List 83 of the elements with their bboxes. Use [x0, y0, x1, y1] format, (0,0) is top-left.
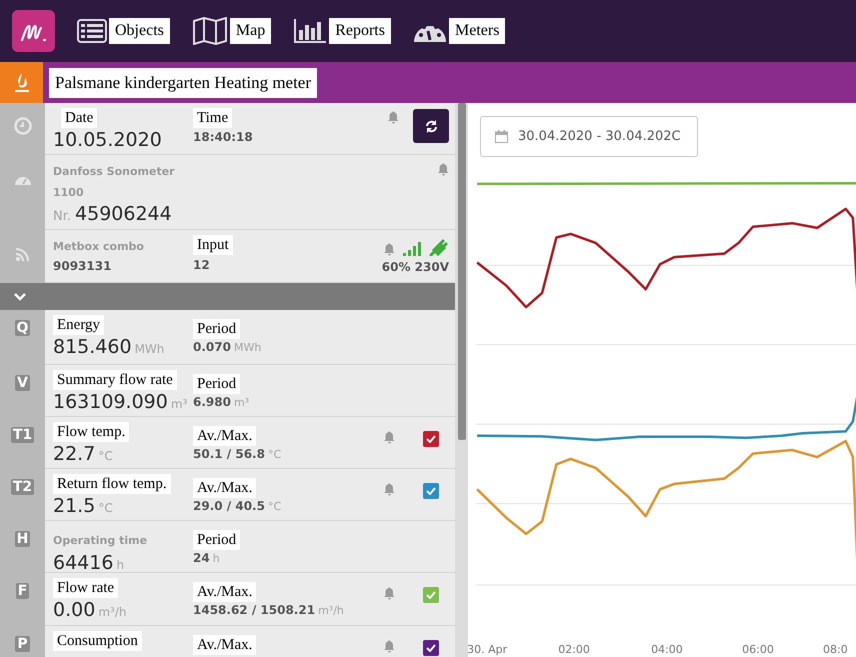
- rss-icon: [16, 248, 29, 261]
- field-label: Energy: [53, 315, 104, 335]
- chevron-down-icon: [14, 292, 26, 300]
- checkbox[interactable]: [423, 587, 439, 603]
- date-range-picker[interactable]: 30.04.2020 - 30.04.202C: [480, 116, 698, 157]
- field-label: Flow temp.: [53, 422, 130, 442]
- refresh-icon: [424, 120, 438, 132]
- row-symbol: T2: [10, 479, 34, 495]
- map-icon: [192, 17, 228, 45]
- flame-icon: [12, 72, 30, 94]
- axis-label: 02:00: [558, 643, 590, 656]
- scrollbar[interactable]: [458, 103, 466, 440]
- check-icon: [426, 435, 436, 443]
- field-label: Av./Max.: [193, 635, 256, 655]
- axis-label: 30. Apr: [468, 643, 508, 656]
- reading-value: 22.7°C: [53, 443, 114, 465]
- time-value: 18:40:18: [193, 130, 254, 144]
- check-icon: [426, 644, 436, 652]
- checkbox[interactable]: [423, 640, 439, 656]
- bell-icon[interactable]: [388, 111, 399, 124]
- field-label: Consumption: [53, 631, 142, 651]
- gauge-icon: [14, 175, 30, 185]
- aux-value: 1458.62 / 1508.21 m³/h: [193, 603, 345, 617]
- device-name: Danfoss Sonometer: [53, 165, 176, 178]
- checkbox[interactable]: [423, 483, 439, 499]
- calendar-icon: [495, 130, 508, 143]
- row-symbol: Q: [14, 320, 30, 336]
- field-label: Period: [193, 530, 240, 550]
- list-icon: [77, 19, 107, 43]
- field-label: Av./Max.: [193, 478, 256, 498]
- field-label: Time: [193, 108, 232, 128]
- field-label: Input: [193, 235, 233, 255]
- row-symbol: P: [15, 636, 30, 652]
- reading-value: 163109.090 m³: [53, 391, 188, 413]
- row-symbol: F: [16, 583, 30, 599]
- reading-value: 815.460 MWh: [53, 336, 166, 358]
- reading-value: 0.00 m³/h: [53, 599, 128, 621]
- checkbox[interactable]: [423, 431, 439, 447]
- bell-icon[interactable]: [438, 163, 449, 176]
- aux-value: 0.070 MWh: [193, 340, 262, 354]
- bar-chart-icon: [293, 18, 328, 44]
- check-icon: [426, 591, 436, 599]
- field-label: Flow rate: [53, 578, 118, 598]
- reading-value: 21.5°C: [53, 495, 114, 517]
- axis-label: 04:00: [651, 643, 683, 656]
- field-label: Av./Max.: [193, 426, 256, 446]
- date-value: 10.05.2020: [53, 129, 163, 151]
- check-icon: [426, 487, 436, 495]
- axis-label: 08:0: [823, 643, 848, 656]
- bell-icon[interactable]: [384, 243, 395, 256]
- bell-icon[interactable]: [384, 587, 395, 600]
- device-model: 1100: [53, 186, 85, 199]
- gateway-name: Metbox combo: [53, 240, 145, 253]
- row-symbol: T1: [10, 427, 34, 443]
- field-label: Operating time: [53, 534, 148, 547]
- aux-value: 6.980 m³: [193, 395, 250, 409]
- field-label: Return flow temp.: [53, 474, 171, 494]
- bell-icon[interactable]: [384, 640, 395, 653]
- bell-icon[interactable]: [384, 483, 395, 496]
- app-logo[interactable]: [12, 10, 55, 52]
- bell-icon[interactable]: [384, 431, 395, 444]
- plug-icon: [429, 238, 449, 256]
- gateway-status: 60% 230V: [382, 260, 449, 274]
- clock-icon: [14, 117, 32, 135]
- gateway-id: 9093131: [53, 259, 112, 273]
- axis-label: 06:00: [742, 643, 774, 656]
- aux-value: 24 h: [193, 551, 221, 565]
- row-symbol: V: [15, 375, 30, 391]
- refresh-button[interactable]: [413, 109, 449, 143]
- nav-link[interactable]: Map: [192, 17, 272, 45]
- field-label: Period: [193, 319, 240, 339]
- field-label: Av./Max.: [193, 582, 256, 602]
- row-symbol: H: [14, 531, 30, 547]
- field-label: Date: [61, 108, 98, 128]
- input-value: 12: [193, 258, 211, 272]
- serial-number: Nr. 45906244: [53, 203, 173, 225]
- aux-value: 29.0 / 40.5 °C: [193, 499, 282, 513]
- reading-value: 64416 h: [53, 552, 126, 574]
- signal-icon: [403, 242, 421, 256]
- page-title: Palsmane kindergarten Heating meter: [49, 68, 318, 98]
- field-label: Period: [193, 374, 240, 394]
- field-label: Summary flow rate: [53, 370, 177, 390]
- aux-value: 50.1 / 56.8 °C: [193, 447, 282, 461]
